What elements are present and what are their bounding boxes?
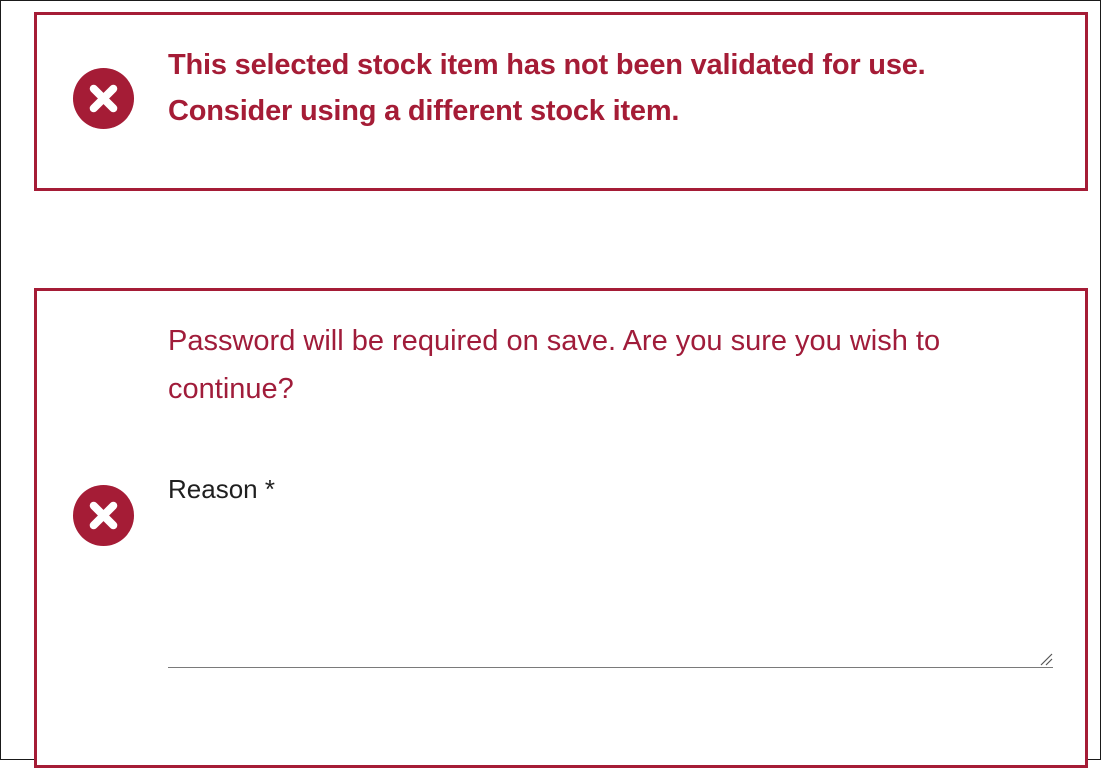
error-message-line-1: This selected stock item has not been va… <box>168 49 926 81</box>
stock-validation-error-alert: This selected stock item has not been va… <box>34 12 1088 191</box>
password-required-alert: Password will be required on save. Are y… <box>34 288 1088 768</box>
dialog-frame: This selected stock item has not been va… <box>0 0 1101 768</box>
error-message: This selected stock item has not been va… <box>168 42 1068 134</box>
error-circle-x-icon <box>72 67 135 130</box>
reason-label: Reason * <box>168 474 275 504</box>
error-circle-x-icon <box>72 484 135 547</box>
password-warning-message: Password will be required on save. Are y… <box>168 325 941 405</box>
error-message-line-2: Consider using a different stock item. <box>168 95 680 127</box>
reason-textarea[interactable] <box>168 513 1053 668</box>
textarea-resize-handle-icon[interactable] <box>1037 650 1053 666</box>
